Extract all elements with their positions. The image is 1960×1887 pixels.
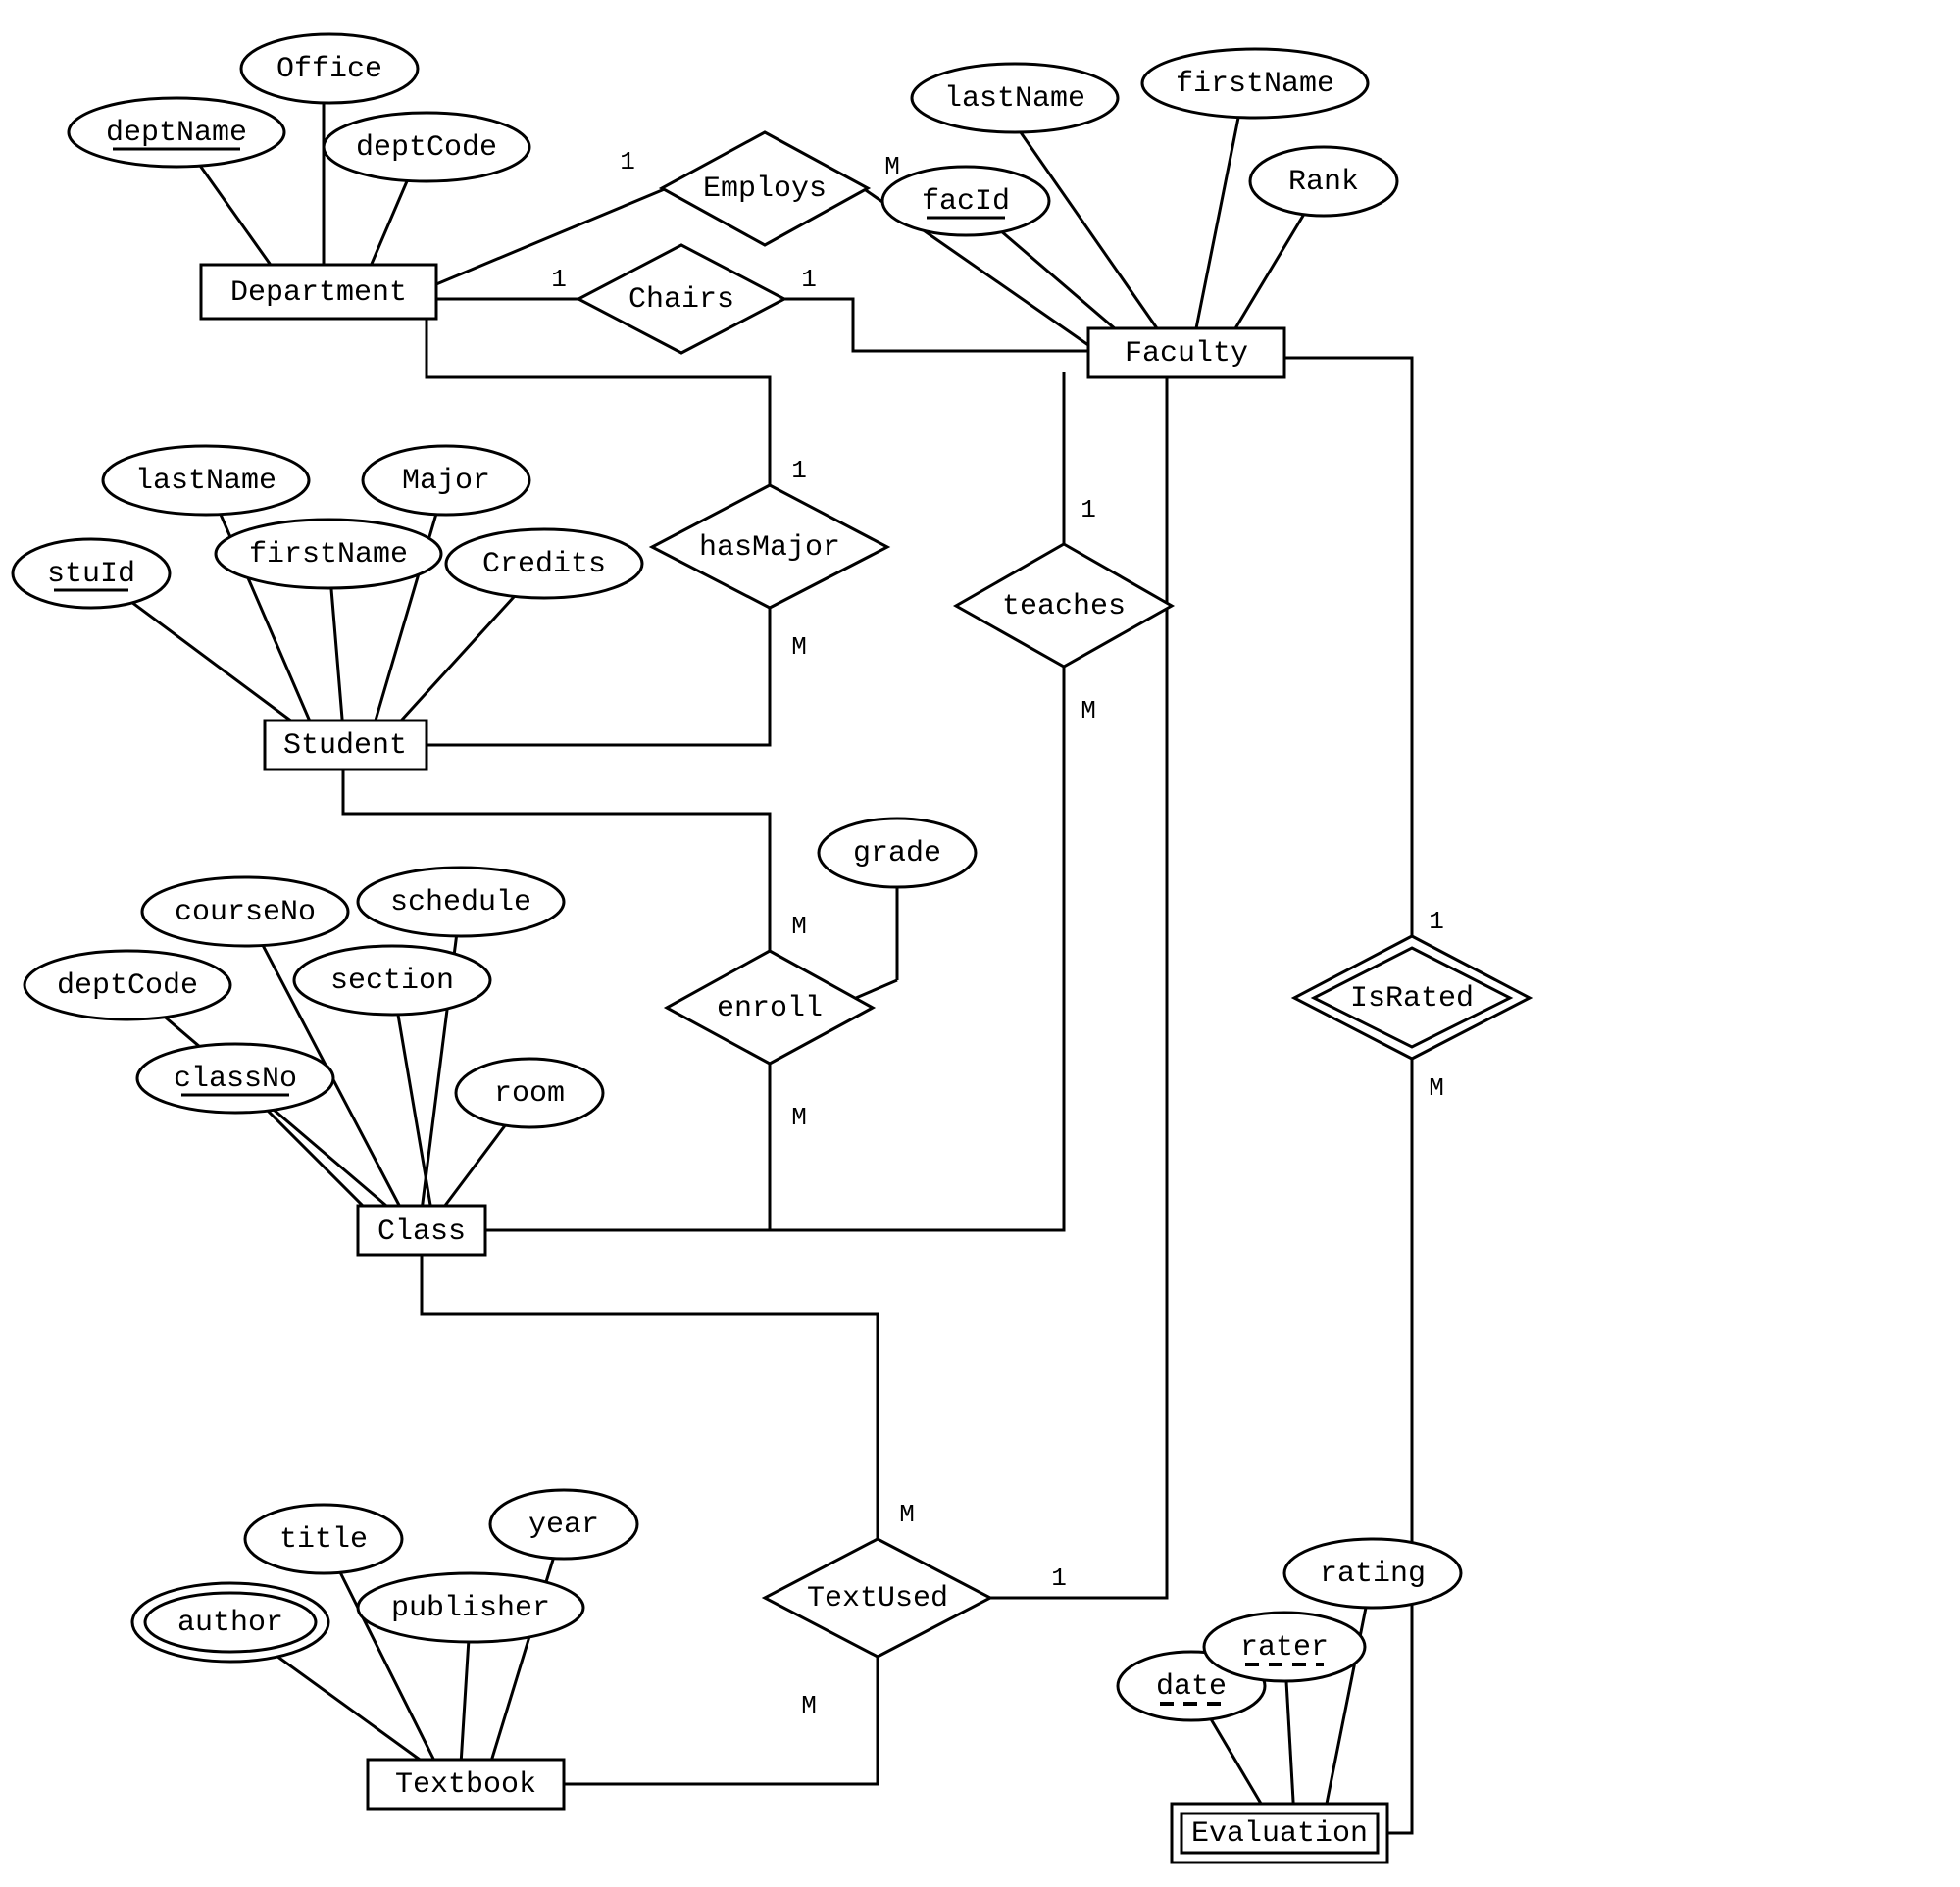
svg-text:stuId: stuId [47,558,135,591]
attr-fac-facid: facId [882,167,1049,235]
attr-class-schedule: schedule [358,868,564,936]
er-diagram: 1 M 1 1 1 M 1 M M M M M 1 1 M Employs Ch… [0,0,1960,1887]
attr-class-section: section [294,946,490,1015]
svg-text:Textbook: Textbook [395,1768,536,1802]
rel-textused: TextUsed [765,1539,990,1657]
card-enroll-class: M [791,1103,807,1132]
svg-text:author: author [177,1607,283,1640]
card-hasmajor-dept: 1 [791,456,807,485]
svg-text:TextUsed: TextUsed [807,1582,948,1615]
attr-dept-office: Office [241,34,418,103]
svg-text:classNo: classNo [174,1063,297,1096]
svg-text:Student: Student [283,729,407,763]
svg-text:enroll: enroll [717,992,823,1025]
attr-textbook-publisher: publisher [358,1573,583,1642]
attr-dept-deptname: deptName [69,98,284,167]
attr-textbook-year: year [490,1490,637,1559]
attr-stu-firstname: firstName [216,520,441,588]
attr-enroll-grade: grade [819,819,976,887]
card-teaches-class: M [1081,696,1096,725]
attr-textbook-author: author [132,1583,328,1662]
attr-fac-lastname: lastName [912,64,1118,132]
entity-class: Class [358,1206,485,1255]
svg-text:courseNo: courseNo [175,896,316,929]
card-employs-dept: 1 [620,147,635,176]
attr-textbook-title: title [245,1505,402,1573]
svg-text:Chairs: Chairs [628,283,734,317]
svg-text:date: date [1156,1670,1227,1704]
svg-text:firstName: firstName [1176,68,1334,101]
card-israted-fac: 1 [1429,907,1444,936]
card-chairs-dept: 1 [551,265,567,294]
card-employs-fac: M [884,152,900,181]
attr-eval-rating: rating [1284,1539,1461,1608]
rel-employs: Employs [662,132,868,245]
svg-text:publisher: publisher [391,1592,550,1625]
svg-text:deptName: deptName [106,117,247,150]
svg-text:Class: Class [377,1216,466,1249]
entity-department: Department [201,265,436,319]
attr-stu-credits: Credits [446,529,642,598]
svg-text:title: title [279,1523,368,1557]
svg-text:firstName: firstName [249,538,408,571]
svg-text:Employs: Employs [703,173,827,206]
svg-text:lastName: lastName [944,82,1085,116]
svg-text:year: year [528,1509,599,1542]
svg-text:section: section [330,965,454,998]
svg-text:Office: Office [276,53,382,86]
rel-enroll: enroll [667,951,873,1064]
svg-text:rater: rater [1240,1631,1329,1664]
card-teaches-fac: 1 [1081,495,1096,524]
rel-teaches: teaches [956,544,1172,667]
attr-fac-rank: Rank [1250,147,1397,216]
card-textused-textbook: M [801,1691,817,1720]
rel-chairs: Chairs [578,245,784,353]
entity-student: Student [265,720,427,770]
attr-class-classno: classNo [137,1044,333,1113]
svg-text:Department: Department [230,276,407,310]
card-enroll-stu: M [791,912,807,941]
card-chairs-fac: 1 [801,265,817,294]
svg-text:room: room [494,1077,565,1111]
entity-evaluation: Evaluation [1172,1804,1387,1862]
card-hasmajor-stu: M [791,632,807,662]
attr-stu-major: Major [363,446,529,515]
attr-class-courseno: courseNo [142,877,348,946]
svg-text:rating: rating [1320,1558,1426,1591]
attr-fac-firstname: firstName [1142,49,1368,118]
attr-stu-stuid: stuId [13,539,170,608]
rel-hasmajor: hasMajor [652,485,887,608]
svg-text:Faculty: Faculty [1125,337,1248,371]
svg-text:schedule: schedule [390,886,531,919]
svg-text:facId: facId [922,185,1010,219]
svg-text:hasMajor: hasMajor [699,531,840,565]
entity-textbook: Textbook [368,1760,564,1809]
attr-class-room: room [456,1059,603,1127]
svg-text:Rank: Rank [1288,166,1359,199]
attr-class-deptcode: deptCode [25,951,230,1019]
svg-text:IsRated: IsRated [1350,982,1474,1016]
entity-faculty: Faculty [1088,328,1284,377]
attr-stu-lastname: lastName [103,446,309,515]
svg-text:Credits: Credits [482,548,606,581]
svg-text:deptCode: deptCode [57,969,198,1003]
card-textused-fac: 1 [1051,1564,1067,1593]
svg-text:lastName: lastName [135,465,276,498]
svg-text:deptCode: deptCode [356,131,497,165]
card-textused-class: M [899,1500,915,1529]
card-israted-eval: M [1429,1073,1444,1103]
svg-text:Major: Major [402,465,490,498]
attr-dept-deptcode: deptCode [324,113,529,181]
attr-eval-rater: rater [1204,1613,1365,1681]
svg-text:Evaluation: Evaluation [1191,1817,1368,1851]
svg-text:teaches: teaches [1002,590,1126,623]
rel-israted: IsRated [1294,936,1530,1059]
svg-text:grade: grade [853,837,941,870]
